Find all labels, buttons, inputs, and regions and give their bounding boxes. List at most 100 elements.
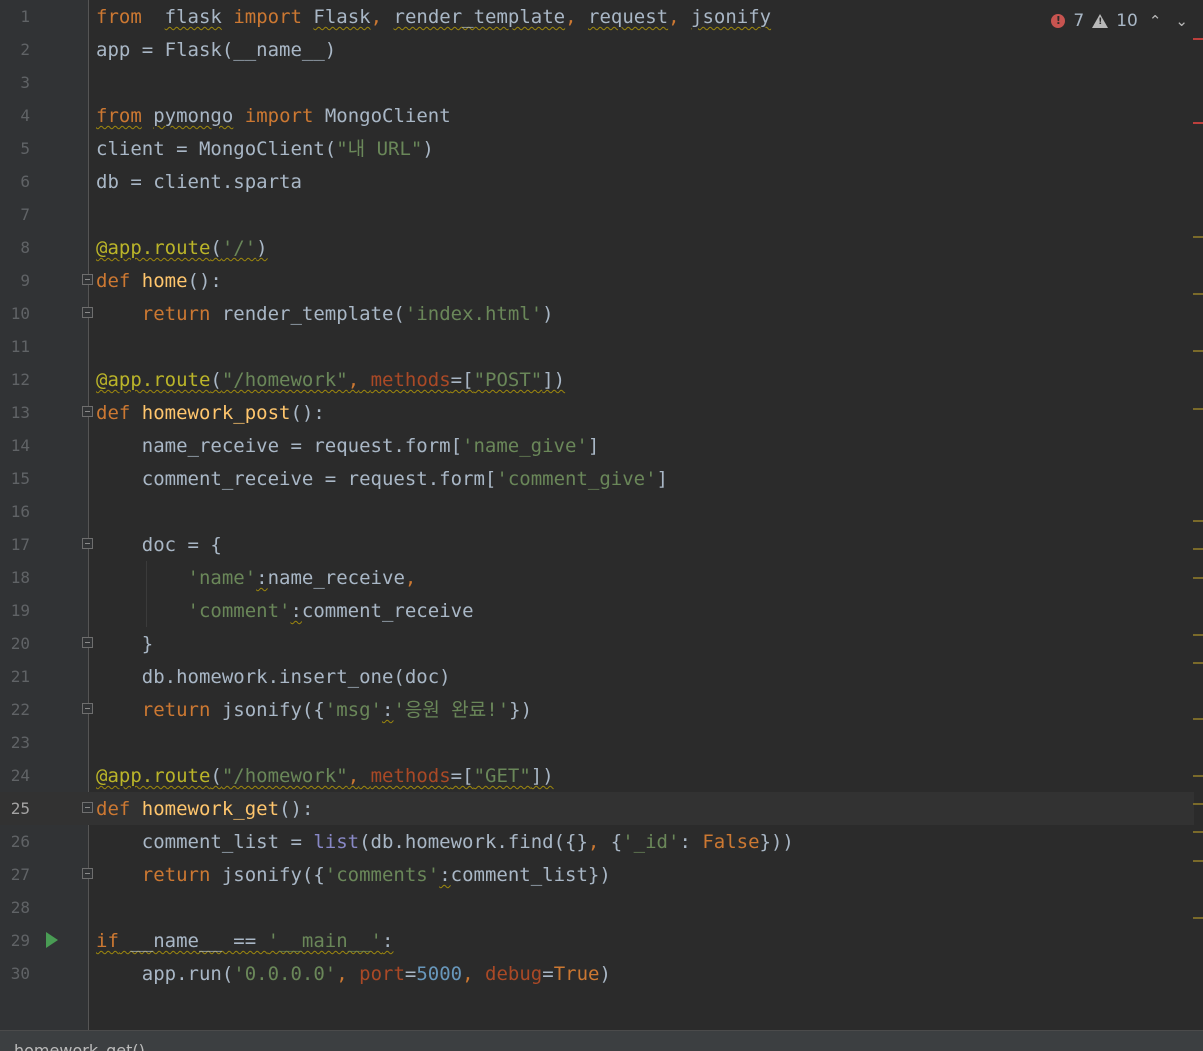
code-line[interactable]: 28 xyxy=(0,891,1194,924)
code-line[interactable]: 25 def homework_get(): xyxy=(0,792,1194,825)
line-number[interactable]: 6 xyxy=(0,172,30,192)
line-number[interactable]: 23 xyxy=(0,733,30,753)
code-text[interactable]: from flask import Flask, render_template… xyxy=(96,6,771,28)
code-text[interactable]: def homework_get(): xyxy=(96,798,313,820)
line-number[interactable]: 20 xyxy=(0,634,30,654)
line-number[interactable]: 14 xyxy=(0,436,30,456)
code-text[interactable]: @app.route('/') xyxy=(96,237,268,259)
line-number[interactable]: 13 xyxy=(0,403,30,423)
code-line[interactable]: 3 xyxy=(0,66,1194,99)
inspection-marker[interactable] xyxy=(1193,548,1203,550)
line-number[interactable]: 9 xyxy=(0,271,30,291)
inspection-marker[interactable] xyxy=(1193,350,1203,352)
code-text[interactable]: app = Flask(__name__) xyxy=(96,39,336,61)
code-line[interactable]: 18 'name':name_receive, xyxy=(0,561,1194,594)
inspection-marker[interactable] xyxy=(1193,662,1203,664)
line-number[interactable]: 26 xyxy=(0,832,30,852)
code-line[interactable]: 9 def home(): xyxy=(0,264,1194,297)
code-line[interactable]: 16 xyxy=(0,495,1194,528)
scrollbar-markers[interactable] xyxy=(1193,0,1203,1031)
line-number[interactable]: 21 xyxy=(0,667,30,687)
inspection-marker[interactable] xyxy=(1193,236,1203,238)
code-text[interactable]: return render_template('index.html') xyxy=(96,303,554,325)
code-text[interactable]: comment_receive = request.form['comment_… xyxy=(96,468,668,490)
run-gutter-icon[interactable] xyxy=(46,932,58,948)
code-text[interactable]: client = MongoClient("내 URL") xyxy=(96,138,434,160)
code-text[interactable]: @app.route("/homework", methods=["POST"]… xyxy=(96,369,565,391)
code-line[interactable]: 15 comment_receive = request.form['comme… xyxy=(0,462,1194,495)
code-line[interactable]: 20 } xyxy=(0,627,1194,660)
code-line[interactable]: 13 def homework_post(): xyxy=(0,396,1194,429)
inspection-marker[interactable] xyxy=(1193,38,1203,40)
code-line[interactable]: 10 return render_template('index.html') xyxy=(0,297,1194,330)
inspection-marker[interactable] xyxy=(1193,293,1203,295)
code-line[interactable]: 26 comment_list = list(db.homework.find(… xyxy=(0,825,1194,858)
code-line[interactable]: 5 client = MongoClient("내 URL") xyxy=(0,132,1194,165)
code-line[interactable]: 22 return jsonify({'msg':'응원 완료!'}) xyxy=(0,693,1194,726)
fold-toggle-icon[interactable] xyxy=(82,703,93,714)
code-line[interactable]: 6 db = client.sparta xyxy=(0,165,1194,198)
inspection-marker[interactable] xyxy=(1193,122,1203,124)
code-text[interactable]: name_receive = request.form['name_give'] xyxy=(96,435,600,457)
inspection-marker[interactable] xyxy=(1193,634,1203,636)
fold-toggle-icon[interactable] xyxy=(82,274,93,285)
fold-toggle-icon[interactable] xyxy=(82,406,93,417)
code-line[interactable]: 1 from flask import Flask, render_templat… xyxy=(0,0,1194,33)
inspection-marker[interactable] xyxy=(1193,917,1203,919)
line-number[interactable]: 27 xyxy=(0,865,30,885)
code-text[interactable]: return jsonify({'comments':comment_list}… xyxy=(96,864,611,886)
line-number[interactable]: 5 xyxy=(0,139,30,159)
code-text[interactable]: comment_list = list(db.homework.find({},… xyxy=(96,831,794,853)
code-line[interactable]: 17 doc = { xyxy=(0,528,1194,561)
code-text[interactable]: 'name':name_receive, xyxy=(96,567,417,589)
code-line[interactable]: 19 'comment':comment_receive xyxy=(0,594,1194,627)
line-number[interactable]: 16 xyxy=(0,502,30,522)
code-text[interactable]: app.run('0.0.0.0', port=5000, debug=True… xyxy=(96,963,611,985)
code-line[interactable]: 30 app.run('0.0.0.0', port=5000, debug=T… xyxy=(0,957,1194,990)
code-text[interactable]: doc = { xyxy=(96,534,222,556)
code-line[interactable]: 12 @app.route("/homework", methods=["POST… xyxy=(0,363,1194,396)
code-line[interactable]: 14 name_receive = request.form['name_giv… xyxy=(0,429,1194,462)
code-text[interactable]: def homework_post(): xyxy=(96,402,325,424)
line-number[interactable]: 10 xyxy=(0,304,30,324)
fold-toggle-icon[interactable] xyxy=(82,802,93,813)
chevron-down-icon[interactable]: ⌄ xyxy=(1172,12,1191,30)
inspection-marker[interactable] xyxy=(1193,408,1203,410)
code-text[interactable]: } xyxy=(96,633,153,655)
fold-toggle-icon[interactable] xyxy=(82,307,93,318)
line-number[interactable]: 2 xyxy=(0,40,30,60)
line-number[interactable]: 28 xyxy=(0,898,30,918)
code-line[interactable]: 11 xyxy=(0,330,1194,363)
code-line[interactable]: 2 app = Flask(__name__) xyxy=(0,33,1194,66)
line-number[interactable]: 11 xyxy=(0,337,30,357)
code-line[interactable]: 8 @app.route('/') xyxy=(0,231,1194,264)
line-number[interactable]: 18 xyxy=(0,568,30,588)
fold-toggle-icon[interactable] xyxy=(82,538,93,549)
inspection-marker[interactable] xyxy=(1193,775,1203,777)
line-number[interactable]: 15 xyxy=(0,469,30,489)
fold-toggle-icon[interactable] xyxy=(82,868,93,879)
code-line[interactable]: 21 db.homework.insert_one(doc) xyxy=(0,660,1194,693)
inspection-marker[interactable] xyxy=(1193,860,1203,862)
code-line[interactable]: 4 from pymongo import MongoClient xyxy=(0,99,1194,132)
line-number[interactable]: 1 xyxy=(0,7,30,27)
line-number[interactable]: 19 xyxy=(0,601,30,621)
inspection-marker[interactable] xyxy=(1193,718,1203,720)
line-number[interactable]: 3 xyxy=(0,73,30,93)
line-number[interactable]: 25 xyxy=(0,799,30,819)
code-text[interactable]: from pymongo import MongoClient xyxy=(96,105,451,127)
code-editor[interactable]: 1 from flask import Flask, render_templat… xyxy=(0,0,1203,1031)
line-number[interactable]: 7 xyxy=(0,205,30,225)
line-number[interactable]: 30 xyxy=(0,964,30,984)
code-text[interactable]: return jsonify({'msg':'응원 완료!'}) xyxy=(96,699,532,721)
inspection-marker[interactable] xyxy=(1193,577,1203,579)
fold-toggle-icon[interactable] xyxy=(82,637,93,648)
line-number[interactable]: 29 xyxy=(0,931,30,951)
code-text[interactable]: if __name__ == '__main__': xyxy=(96,930,393,952)
code-line[interactable]: 23 xyxy=(0,726,1194,759)
code-text[interactable]: @app.route("/homework", methods=["GET"]) xyxy=(96,765,554,787)
code-line[interactable]: 7 xyxy=(0,198,1194,231)
line-number[interactable]: 4 xyxy=(0,106,30,126)
inspection-marker[interactable] xyxy=(1193,520,1203,522)
inspections-widget[interactable]: ! 7 ! 10 ⌃ ⌄ xyxy=(1045,8,1191,34)
